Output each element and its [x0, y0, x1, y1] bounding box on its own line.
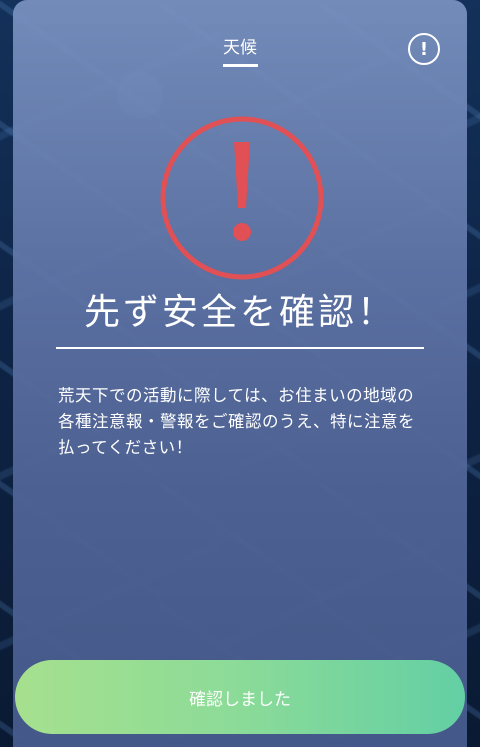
warning-headline: 先ず安全を確認！: [83, 292, 396, 333]
weather-warning-modal: 天候 ! 先ず安全を確認！ 荒天下での活動に際しては、お住まいの地域の各種注意報…: [13, 0, 467, 747]
exclamation-info-icon: !: [419, 38, 429, 60]
divider: [56, 347, 424, 349]
exclamation-circle-icon: [160, 116, 324, 280]
info-button[interactable]: !: [408, 33, 440, 65]
tab-weather[interactable]: 天候: [13, 33, 467, 58]
tab-underline: [223, 64, 258, 67]
warning-message: 荒天下での活動に際しては、お住まいの地域の各種注意報・警報をご確認のうえ、特に注…: [58, 386, 415, 457]
confirm-button[interactable]: 確認しました: [15, 660, 465, 734]
